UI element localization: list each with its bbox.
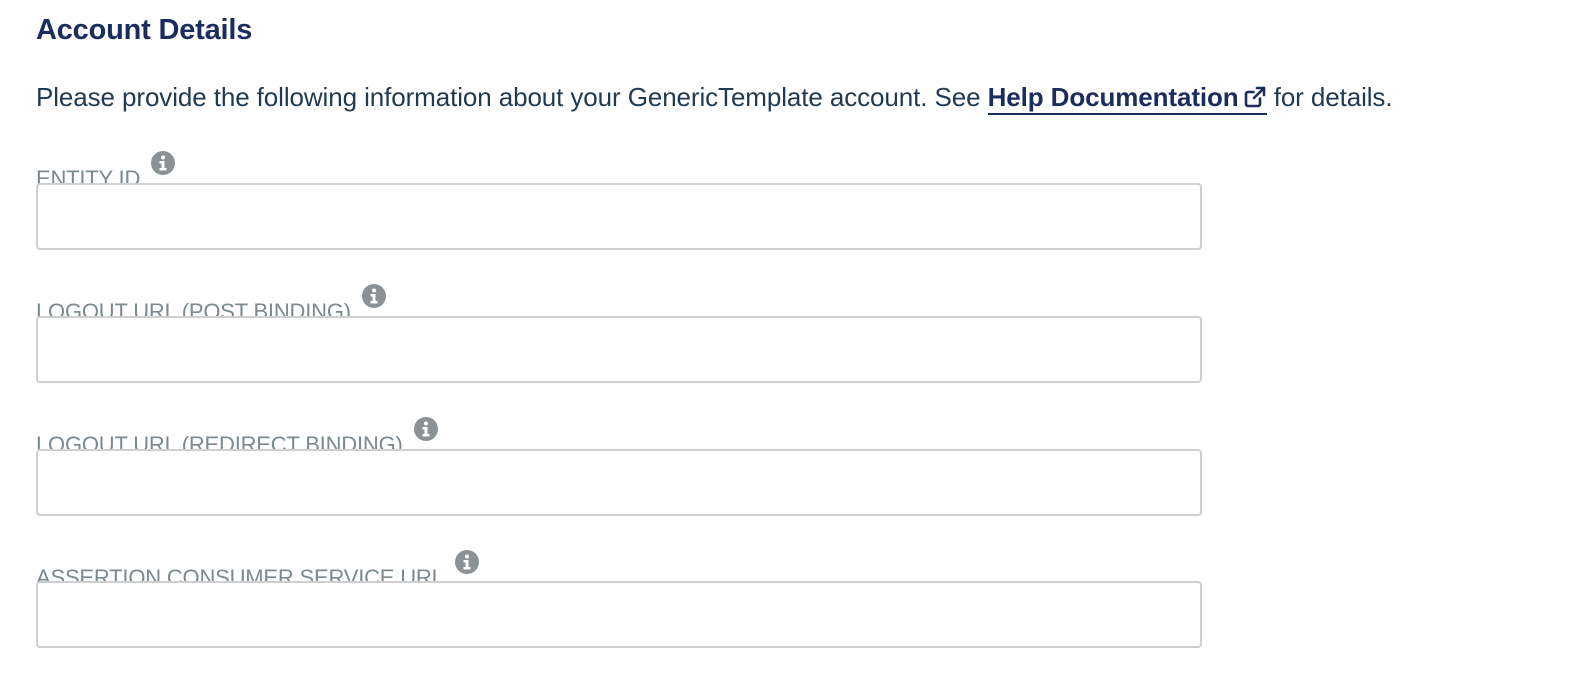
info-icon[interactable]: [454, 549, 480, 575]
section-title: Account Details: [36, 14, 253, 46]
external-link-icon: [1244, 86, 1265, 108]
account-details-panel: Account Details Please provide the follo…: [0, 0, 1570, 690]
intro-text-after: for details.: [1266, 82, 1393, 112]
intro-text: Please provide the following information…: [36, 82, 1393, 115]
info-icon[interactable]: [413, 416, 439, 442]
entity-id-input[interactable]: [36, 183, 1202, 250]
help-documentation-link[interactable]: Help Documentation: [987, 82, 1267, 115]
info-icon[interactable]: [361, 283, 387, 309]
intro-text-before: Please provide the following information…: [36, 82, 988, 112]
logout-url-redirect-binding-input[interactable]: [36, 449, 1202, 516]
assertion-consumer-service-url-input[interactable]: [36, 581, 1202, 648]
info-icon[interactable]: [150, 150, 176, 176]
logout-url-post-binding-input[interactable]: [36, 316, 1202, 383]
help-documentation-label: Help Documentation: [987, 82, 1239, 112]
